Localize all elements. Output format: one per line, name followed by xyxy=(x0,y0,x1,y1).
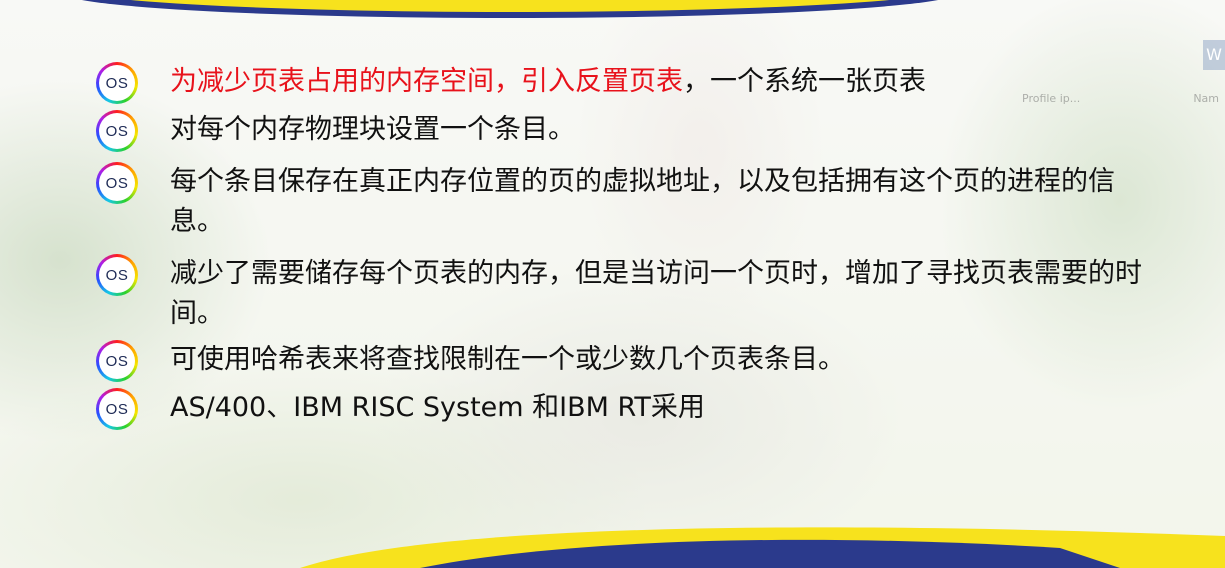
bullet-text: 为减少页表占用的内存空间，引入反置页表，一个系统一张页表 xyxy=(170,62,926,102)
os-rainbow-ring-icon: OS xyxy=(96,340,138,382)
os-rainbow-ring-icon: OS xyxy=(96,62,138,104)
bullet-rest-text: ，一个系统一张页表 xyxy=(683,66,926,97)
bullet-text: 减少了需要储存每个页表的内存，但是当访问一个页时，增加了寻找页表需要的时间。 xyxy=(170,258,1142,329)
os-rainbow-ring-icon: OS xyxy=(96,388,138,430)
bullet-text: 每个条目保存在真正内存位置的页的虚拟地址，以及包括拥有这个页的进程的信息。 xyxy=(170,166,1115,237)
bullet-item-2: OS 对每个内存物理块设置一个条目。 xyxy=(96,110,1156,152)
bullet-item-5: OS 可使用哈希表来将查找限制在一个或少数几个页表条目。 xyxy=(96,340,1156,382)
bullet-text: 可使用哈希表来将查找限制在一个或少数几个页表条目。 xyxy=(170,344,845,375)
bullet-item-1: OS 为减少页表占用的内存空间，引入反置页表，一个系统一张页表 xyxy=(96,62,1156,104)
bullet-item-4: OS 减少了需要储存每个页表的内存，但是当访问一个页时，增加了寻找页表需要的时间… xyxy=(96,254,1156,334)
os-rainbow-ring-icon: OS xyxy=(96,110,138,152)
bullet-item-3: OS 每个条目保存在真正内存位置的页的虚拟地址，以及包括拥有这个页的进程的信息。 xyxy=(96,162,1156,242)
os-icon-label: OS xyxy=(99,113,135,149)
os-icon-label: OS xyxy=(99,65,135,101)
slide-content: OS 为减少页表占用的内存空间，引入反置页表，一个系统一张页表 OS 对每个内存… xyxy=(96,62,1156,438)
os-icon-label: OS xyxy=(99,165,135,201)
os-rainbow-ring-icon: OS xyxy=(96,162,138,204)
bullet-text: 对每个内存物理块设置一个条目。 xyxy=(170,114,575,145)
os-icon-label: OS xyxy=(99,391,135,427)
background-corner-badge: W xyxy=(1203,40,1225,70)
bullet-highlight-text: 为减少页表占用的内存空间，引入反置页表 xyxy=(170,66,683,97)
os-icon-label: OS xyxy=(99,343,135,379)
bullet-item-6: OS AS/400、IBM RISC System 和IBM RT采用 xyxy=(96,388,1156,430)
os-rainbow-ring-icon: OS xyxy=(96,254,138,296)
bullet-text: AS/400、IBM RISC System 和IBM RT采用 xyxy=(170,392,705,423)
background-faint-label-right: Nam xyxy=(1193,92,1219,105)
bottom-decorative-wave xyxy=(300,527,1225,568)
os-icon-label: OS xyxy=(99,257,135,293)
